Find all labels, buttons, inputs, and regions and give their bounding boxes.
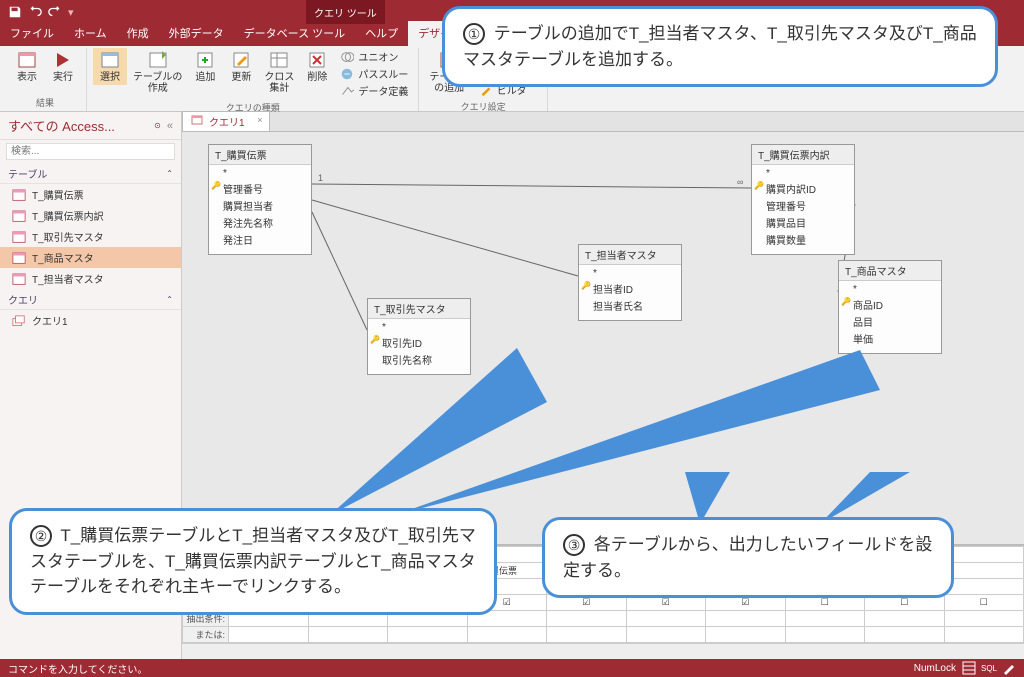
- design-view-icon[interactable]: [1002, 661, 1016, 675]
- ribbon-button-append[interactable]: 追加: [188, 48, 222, 85]
- ribbon-button-update[interactable]: 更新: [224, 48, 258, 85]
- grid-cell[interactable]: [944, 627, 1024, 643]
- ribbon-tab[interactable]: ファイル: [0, 21, 64, 46]
- table-icon: [12, 252, 26, 264]
- grid-cell[interactable]: [944, 611, 1024, 627]
- grid-cell[interactable]: [626, 611, 706, 627]
- annotation-text: T_購買伝票テーブルとT_担当者マスタ及びT_取引先マスタテーブルを、T_購買伝…: [30, 526, 476, 596]
- status-message: コマンドを入力してください。: [8, 661, 147, 676]
- table-box[interactable]: T_商品マスタ*商品ID品目単価: [838, 260, 942, 354]
- nav-item[interactable]: T_購買伝票内訳: [0, 205, 181, 226]
- ribbon-tab[interactable]: ホーム: [64, 21, 117, 46]
- dropdown-icon[interactable]: ⊙: [154, 121, 161, 130]
- nav-item[interactable]: クエリ1: [0, 310, 181, 331]
- table-icon: [12, 210, 26, 222]
- nav-category[interactable]: クエリ⌃: [0, 289, 181, 310]
- crosstab-icon: [269, 50, 289, 70]
- grid-cell[interactable]: [865, 611, 945, 627]
- select-icon: [100, 50, 120, 70]
- run-icon: [53, 50, 73, 70]
- save-icon[interactable]: [8, 5, 22, 19]
- grid-cell[interactable]: [388, 627, 468, 643]
- ribbon-button-maketable[interactable]: テーブルの作成: [129, 48, 186, 96]
- grid-cell[interactable]: [706, 627, 786, 643]
- nav-search-input[interactable]: [6, 143, 175, 160]
- grid-cell[interactable]: [706, 611, 786, 627]
- append-icon: [195, 50, 215, 70]
- redo-icon[interactable]: [48, 5, 62, 19]
- ribbon-button-delete[interactable]: 削除: [300, 48, 334, 85]
- ribbon-button-select[interactable]: 選択: [93, 48, 127, 85]
- document-tab[interactable]: クエリ1 ×: [182, 111, 270, 131]
- grid-cell[interactable]: [944, 563, 1024, 579]
- grid-cell[interactable]: [785, 627, 865, 643]
- table-icon: [12, 189, 26, 201]
- union-icon: [340, 50, 354, 64]
- ribbon-button-crosstab[interactable]: クロス集計: [260, 48, 298, 96]
- ribbon-tab[interactable]: 作成: [117, 21, 159, 46]
- sql-view-icon[interactable]: SQL: [982, 661, 996, 675]
- table-box[interactable]: T_取引先マスタ*取引先ID取引先名称: [367, 298, 471, 375]
- status-numlock: NumLock: [914, 663, 956, 674]
- maketable-icon: [148, 50, 168, 70]
- grid-cell[interactable]: [944, 547, 1024, 563]
- nav-item[interactable]: T_商品マスタ: [0, 247, 181, 268]
- annotation-1: ① テーブルの追加でT_担当者マスタ、T_取引先マスタ及びT_商品マスタテーブル…: [442, 6, 998, 87]
- table-box[interactable]: T_担当者マスタ*担当者ID担当者氏名: [578, 244, 682, 321]
- annotation-text: 各テーブルから、出力したいフィールドを設定する。: [563, 535, 932, 580]
- grid-cell[interactable]: [785, 611, 865, 627]
- annotation-text: テーブルの追加でT_担当者マスタ、T_取引先マスタ及びT_商品マスタテーブルを追…: [463, 24, 977, 69]
- delete-icon: [307, 50, 327, 70]
- nav-item[interactable]: T_取引先マスタ: [0, 226, 181, 247]
- close-icon[interactable]: ×: [257, 115, 262, 125]
- query-icon: [191, 114, 203, 129]
- document-tab-label: クエリ1: [209, 114, 245, 129]
- undo-icon[interactable]: [28, 5, 42, 19]
- ribbon-tab[interactable]: データベース ツール: [234, 21, 356, 46]
- quick-access-toolbar: ▾: [0, 5, 74, 19]
- table-box[interactable]: T_購買伝票内訳*購買内訳ID管理番号購買品目購買数量: [751, 144, 855, 255]
- grid-cell[interactable]: [944, 579, 1024, 595]
- query-icon: [12, 315, 26, 327]
- grid-cell[interactable]: [308, 627, 388, 643]
- grid-cell[interactable]: [626, 627, 706, 643]
- ribbon-tab[interactable]: ヘルプ: [355, 21, 408, 46]
- ribbon-button-passthrough[interactable]: パススルー: [336, 65, 412, 82]
- datasheet-view-icon[interactable]: [962, 661, 976, 675]
- nav-category[interactable]: テーブル⌃: [0, 163, 181, 184]
- ribbon-button-run[interactable]: 実行: [46, 48, 80, 85]
- ribbon-button-datadef[interactable]: データ定義: [336, 82, 412, 99]
- table-icon: [12, 231, 26, 243]
- grid-cell[interactable]: [229, 627, 309, 643]
- grid-cell[interactable]: [467, 627, 547, 643]
- status-bar: コマンドを入力してください。 NumLock SQL: [0, 659, 1024, 677]
- annotation-2: ② T_購買伝票テーブルとT_担当者マスタ及びT_取引先マスタテーブルを、T_購…: [9, 508, 497, 615]
- svg-text:∞: ∞: [737, 177, 743, 187]
- grid-cell[interactable]: [547, 611, 627, 627]
- collapse-icon[interactable]: «: [167, 120, 173, 132]
- datasheet-icon: [17, 50, 37, 70]
- annotation-number: ②: [30, 525, 52, 547]
- update-icon: [231, 50, 251, 70]
- nav-pane-title[interactable]: すべての Access...: [8, 116, 154, 135]
- passthrough-icon: [340, 67, 354, 81]
- annotation-number: ③: [563, 534, 585, 556]
- grid-cell[interactable]: ☐: [944, 595, 1024, 611]
- svg-text:1: 1: [318, 173, 323, 183]
- grid-cell[interactable]: [547, 627, 627, 643]
- grid-cell[interactable]: [865, 627, 945, 643]
- annotation-number: ①: [463, 23, 485, 45]
- datadef-icon: [340, 84, 354, 98]
- nav-item[interactable]: T_担当者マスタ: [0, 268, 181, 289]
- ribbon-tab[interactable]: 外部データ: [159, 21, 234, 46]
- ribbon-button-datasheet[interactable]: 表示: [10, 48, 44, 85]
- ribbon-button-union[interactable]: ユニオン: [336, 48, 412, 65]
- table-icon: [12, 273, 26, 285]
- relationship-diagram[interactable]: 1 ∞ T_購買伝票*管理番号購買担当者発注先名称発注日 T_取引先マスタ*取引先I…: [182, 132, 1024, 544]
- nav-item[interactable]: T_購買伝票: [0, 184, 181, 205]
- table-box[interactable]: T_購買伝票*管理番号購買担当者発注先名称発注日: [208, 144, 312, 255]
- annotation-3: ③ 各テーブルから、出力したいフィールドを設定する。: [542, 517, 954, 598]
